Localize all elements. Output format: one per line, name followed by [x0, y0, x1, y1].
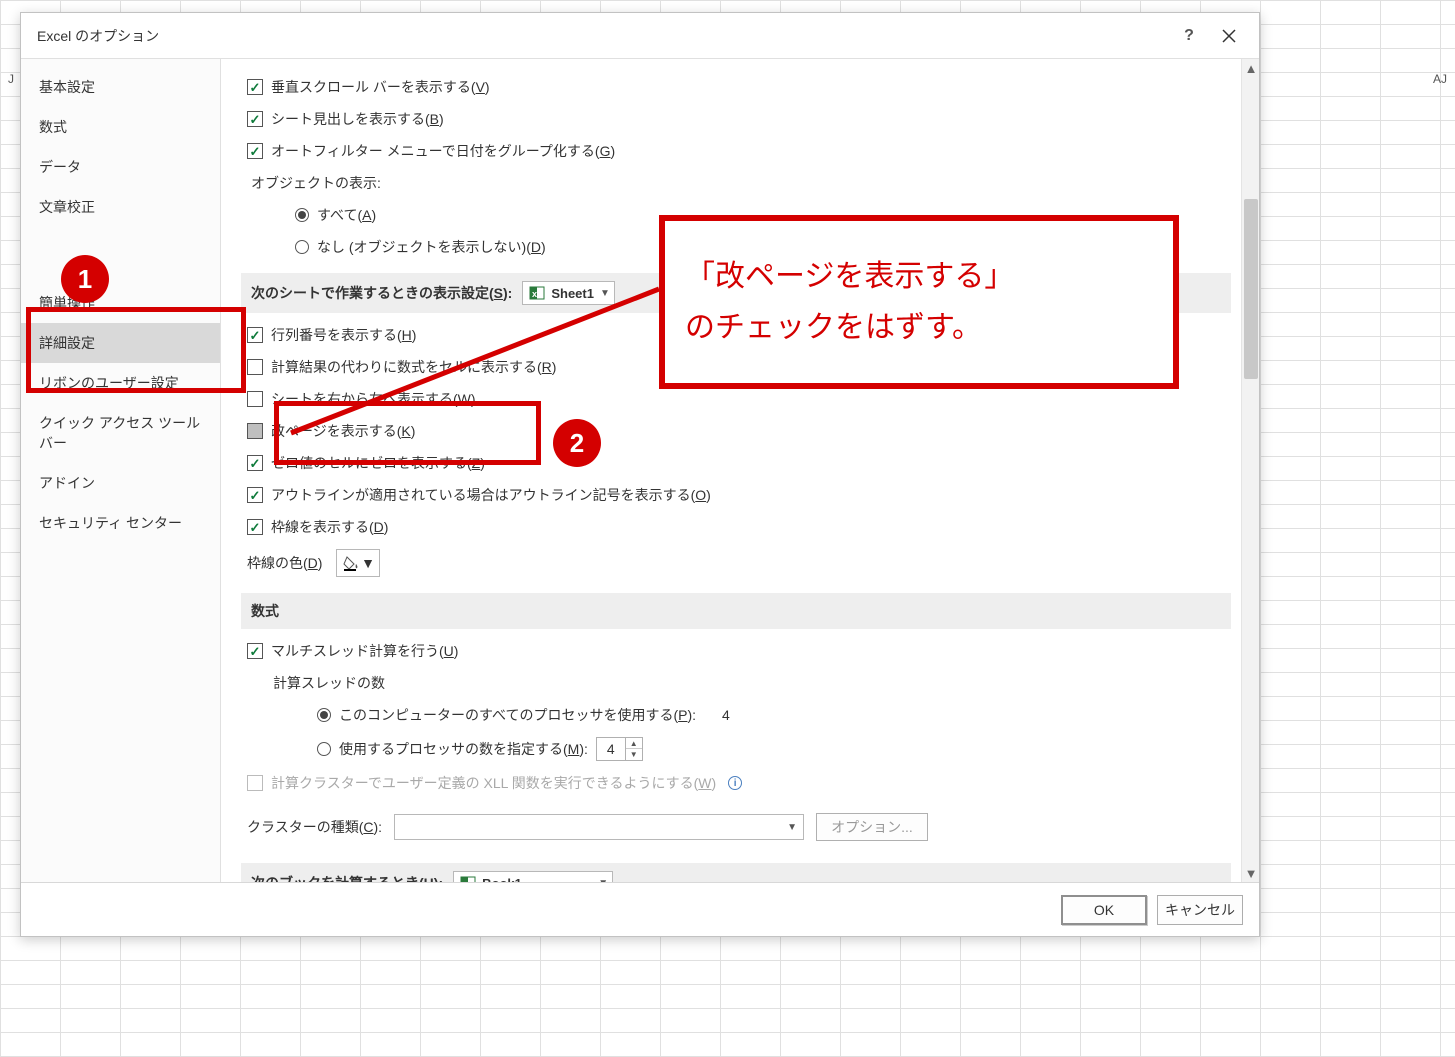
vertical-scrollbar[interactable]: ▲ ▼ [1241, 59, 1259, 882]
section-book-calc: 次のブックを計算するとき(H): x Book1 ▼ [241, 863, 1231, 882]
titlebar: Excel のオプション ? [21, 13, 1259, 59]
checkbox-autofilter-dates[interactable] [247, 143, 263, 159]
combo-sheet-selector[interactable]: x Sheet1 ▼ [522, 281, 615, 305]
sidebar-item-general[interactable]: 基本設定 [21, 67, 220, 107]
combo-cluster-type[interactable]: ▼ [394, 814, 804, 840]
dialog-title: Excel のオプション [37, 26, 1169, 46]
label-thread-count: 計算スレッドの数 [273, 673, 385, 693]
checkbox-outline-symbols[interactable] [247, 487, 263, 503]
radio-all-processors[interactable] [317, 708, 331, 722]
checkbox-cluster-xll [247, 775, 263, 791]
label-gridline-color: 枠線の色(D) [247, 553, 322, 573]
svg-text:x: x [463, 879, 468, 882]
label-cluster-xll: 計算クラスターでユーザー定義の XLL 関数を実行できるようにする(W) [271, 773, 716, 793]
label-vertical-scrollbar: 垂直スクロール バーを表示する(V) [271, 77, 490, 97]
checkbox-row-col-headers[interactable] [247, 327, 263, 343]
radio-objects-all[interactable] [295, 208, 309, 222]
section-formulas: 数式 [241, 593, 1231, 629]
label-zero-values: ゼロ値のセルにゼロを表示する(Z) [271, 453, 485, 473]
annotation-callout-line1: 「改ページを表示する」 [685, 251, 1153, 302]
sidebar-item-data[interactable]: データ [21, 147, 220, 187]
label-specify-processors: 使用するプロセッサの数を指定する(M): [339, 739, 588, 759]
paint-bucket-icon [342, 554, 360, 572]
sidebar-item-advanced[interactable]: 詳細設定 [21, 323, 220, 363]
scroll-down-icon[interactable]: ▼ [1242, 864, 1259, 882]
checkbox-zero-values[interactable] [247, 455, 263, 471]
column-header-right: AJ [1433, 72, 1447, 86]
combo-book-value: Book1 [482, 876, 522, 883]
sidebar: 基本設定 数式 データ 文章校正 簡単操作 詳細設定 リボンのユーザー設定 クイ… [21, 59, 221, 882]
sidebar-item-formulas[interactable]: 数式 [21, 107, 220, 147]
radio-objects-none[interactable] [295, 240, 309, 254]
label-row-col-headers: 行列番号を表示する(H) [271, 325, 416, 345]
spinner-up-icon[interactable]: ▲ [626, 738, 642, 749]
label-objects-all: すべて(A) [317, 205, 376, 225]
label-gridlines: 枠線を表示する(D) [271, 517, 388, 537]
cluster-options-button[interactable]: オプション... [816, 813, 928, 841]
content-wrap: 垂直スクロール バーを表示する(V) シート見出しを表示する(B) オートフィル… [221, 59, 1259, 882]
svg-text:x: x [532, 289, 537, 299]
checkbox-sheet-tabs[interactable] [247, 111, 263, 127]
label-page-breaks: 改ページを表示する(K) [271, 421, 415, 441]
close-icon [1222, 29, 1236, 43]
sidebar-item-proofing[interactable]: 文章校正 [21, 187, 220, 227]
radio-specify-processors[interactable] [317, 742, 331, 756]
label-sheet-tabs: シート見出しを表示する(B) [271, 109, 444, 129]
combo-sheet-value: Sheet1 [551, 286, 594, 301]
checkbox-page-breaks[interactable] [247, 423, 263, 439]
ok-button[interactable]: OK [1061, 895, 1147, 925]
label-show-formulas: 計算結果の代わりに数式をセルに表示する(R) [271, 357, 556, 377]
label-cluster-type: クラスターの種類(C): [247, 817, 382, 837]
label-multithread: マルチスレッド計算を行う(U) [271, 641, 458, 661]
combo-book-selector[interactable]: x Book1 ▼ [453, 871, 613, 882]
excel-icon: x [460, 875, 476, 882]
label-all-processors: このコンピューターのすべてのプロセッサを使用する(P): [339, 705, 696, 725]
sidebar-item-addins[interactable]: アドイン [21, 463, 220, 503]
content-panel: 垂直スクロール バーを表示する(V) シート見出しを表示する(B) オートフィル… [221, 59, 1241, 882]
chevron-down-icon: ▼ [361, 555, 375, 571]
scroll-thumb[interactable] [1244, 199, 1258, 379]
label-object-display: オブジェクトの表示: [251, 173, 381, 193]
chevron-down-icon: ▼ [598, 878, 608, 883]
label-autofilter-dates: オートフィルター メニューで日付をグループ化する(G) [271, 141, 615, 161]
excel-icon: x [529, 285, 545, 301]
value-all-processors: 4 [722, 707, 730, 723]
annotation-callout-line2: のチェックをはずす。 [685, 302, 1153, 353]
sidebar-item-qat[interactable]: クイック アクセス ツール バー [21, 403, 220, 463]
sidebar-item-ease-of-access[interactable]: 簡単操作 [21, 283, 220, 323]
checkbox-vertical-scrollbar[interactable] [247, 79, 263, 95]
cancel-button[interactable]: キャンセル [1157, 895, 1243, 925]
checkbox-rtl-sheet[interactable] [247, 391, 263, 407]
checkbox-show-formulas[interactable] [247, 359, 263, 375]
annotation-badge-2: 2 [553, 419, 601, 467]
sidebar-item-customize-ribbon[interactable]: リボンのユーザー設定 [21, 363, 220, 403]
spinner-processor-count[interactable]: 4 ▲▼ [596, 737, 643, 761]
sidebar-item-trust-center[interactable]: セキュリティ センター [21, 503, 220, 543]
label-rtl-sheet: シートを右から左へ表示する(W) [271, 389, 476, 409]
info-icon[interactable]: i [728, 776, 742, 790]
stage: J AJ Excel のオプション ? 基本設定 数式 データ 文章校正 簡単操… [0, 0, 1455, 1057]
checkbox-multithread[interactable] [247, 643, 263, 659]
gridline-color-picker[interactable]: ▼ [336, 549, 380, 577]
column-header-left: J [8, 72, 14, 86]
options-dialog: Excel のオプション ? 基本設定 数式 データ 文章校正 簡単操作 詳細設… [20, 12, 1260, 937]
close-button[interactable] [1209, 20, 1249, 52]
dialog-body: 基本設定 数式 データ 文章校正 簡単操作 詳細設定 リボンのユーザー設定 クイ… [21, 59, 1259, 882]
checkbox-gridlines[interactable] [247, 519, 263, 535]
label-outline-symbols: アウトラインが適用されている場合はアウトライン記号を表示する(O) [271, 485, 711, 505]
annotation-badge-1: 1 [61, 255, 109, 303]
scroll-up-icon[interactable]: ▲ [1242, 59, 1259, 77]
dialog-footer: OK キャンセル [21, 882, 1259, 936]
annotation-callout: 「改ページを表示する」 のチェックをはずす。 [659, 215, 1179, 389]
chevron-down-icon: ▼ [787, 822, 797, 833]
label-objects-none: なし (オブジェクトを表示しない)(D) [317, 237, 546, 257]
spinner-down-icon[interactable]: ▼ [626, 749, 642, 760]
spinner-value: 4 [597, 741, 625, 757]
chevron-down-icon: ▼ [600, 288, 610, 299]
help-button[interactable]: ? [1169, 20, 1209, 52]
